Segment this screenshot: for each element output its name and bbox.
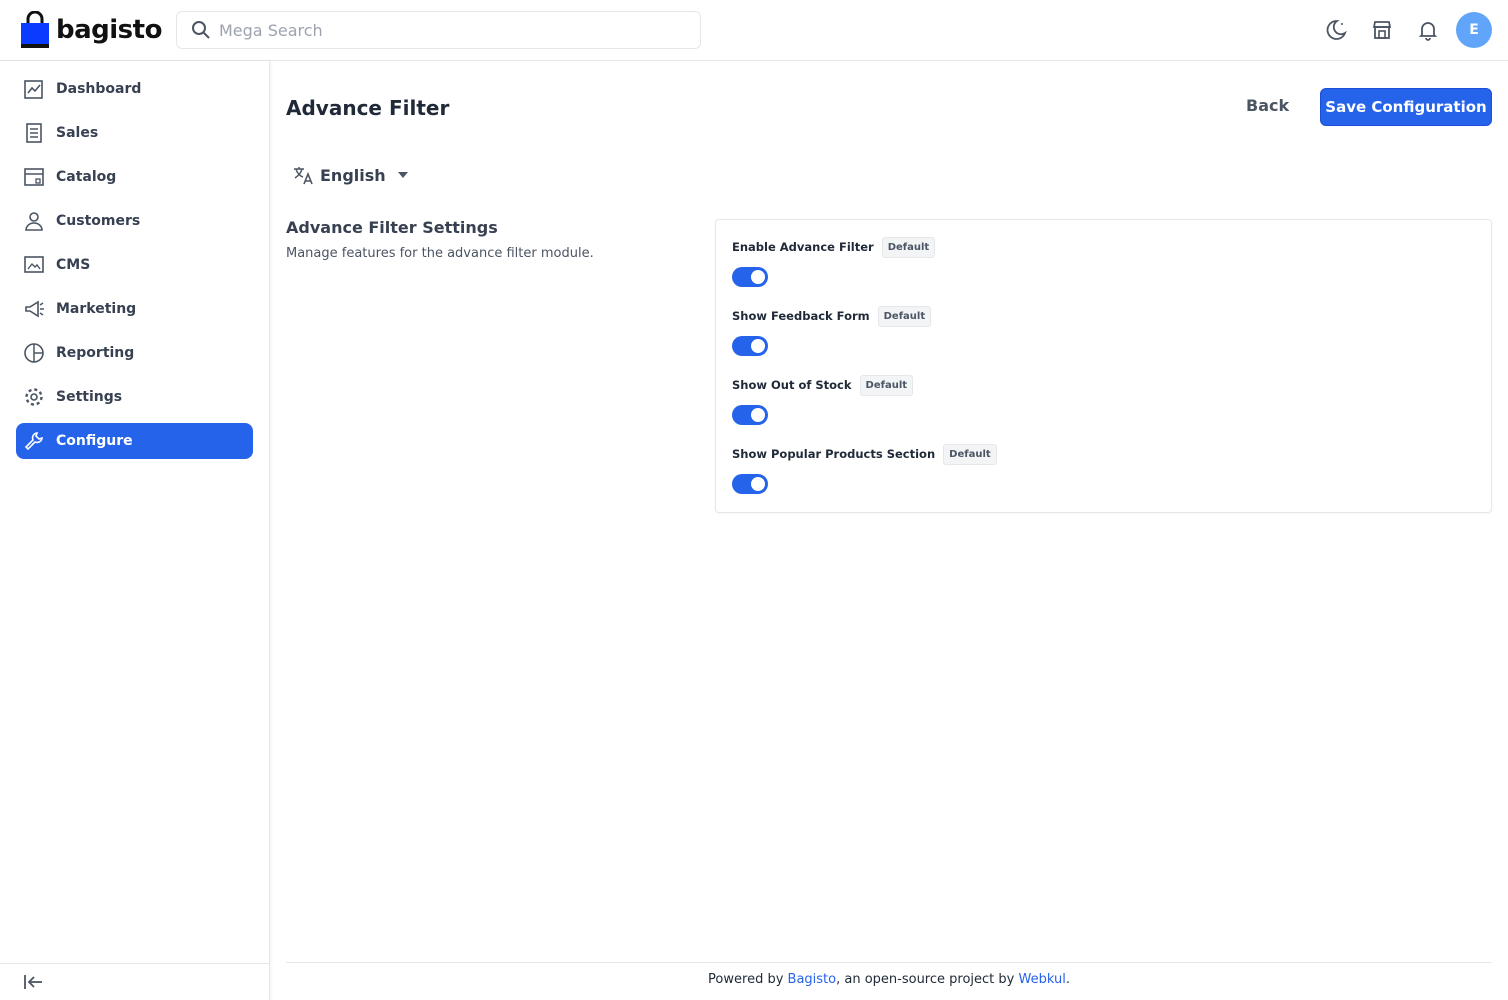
show-popular-products-toggle[interactable]: [732, 474, 768, 494]
sidebar-item-settings[interactable]: Settings: [16, 379, 253, 415]
sidebar: Dashboard Sales Catalog Customers CMS Ma…: [0, 61, 270, 1000]
field-show-feedback-form: Show Feedback Form Default: [732, 305, 932, 356]
field-label: Enable Advance Filter: [732, 240, 874, 254]
default-badge: Default: [881, 236, 936, 258]
store-icon[interactable]: [1364, 12, 1400, 48]
sidebar-item-label: Customers: [56, 213, 141, 229]
default-badge: Default: [877, 305, 932, 327]
show-out-of-stock-toggle[interactable]: [732, 405, 768, 425]
dashboard-icon: [22, 77, 46, 101]
locale-label: English: [320, 165, 386, 185]
top-header: bagisto E: [0, 0, 1508, 61]
configure-icon: [22, 429, 46, 453]
search-icon: [192, 21, 210, 39]
field-label: Show Feedback Form: [732, 309, 870, 323]
sidebar-item-catalog[interactable]: Catalog: [16, 159, 253, 195]
show-feedback-form-toggle[interactable]: [732, 336, 768, 356]
footer-suffix: .: [1065, 972, 1070, 987]
footer-prefix: Powered by: [708, 972, 788, 987]
sidebar-item-customers[interactable]: Customers: [16, 203, 253, 239]
footer-middle: , an open-source project by: [836, 972, 1019, 987]
footer-divider: [286, 962, 1492, 963]
sidebar-item-reporting[interactable]: Reporting: [16, 335, 253, 371]
default-badge: Default: [859, 374, 914, 396]
field-label: Show Popular Products Section: [732, 447, 936, 461]
cms-icon: [22, 253, 46, 277]
settings-card: Enable Advance Filter Default Show Feedb…: [715, 219, 1492, 513]
bagisto-link[interactable]: Bagisto: [788, 972, 837, 987]
toggle-knob: [751, 477, 765, 491]
search-input[interactable]: [219, 20, 679, 40]
settings-icon: [22, 385, 46, 409]
mega-search[interactable]: [176, 11, 701, 49]
sidebar-item-label: Catalog: [56, 169, 117, 185]
enable-advance-filter-toggle[interactable]: [732, 267, 768, 287]
collapse-sidebar-button[interactable]: [0, 963, 270, 1000]
sidebar-item-marketing[interactable]: Marketing: [16, 291, 253, 327]
sidebar-nav: Dashboard Sales Catalog Customers CMS Ma…: [0, 61, 269, 459]
field-label: Show Out of Stock: [732, 378, 852, 392]
default-badge: Default: [943, 443, 997, 465]
save-configuration-button[interactable]: Save Configuration: [1320, 88, 1492, 126]
brand-name: bagisto: [56, 15, 162, 45]
footer: Powered by Bagisto, an open-source proje…: [286, 972, 1492, 987]
customers-icon: [22, 209, 46, 233]
toggle-knob: [751, 408, 765, 422]
shopping-bag-icon: [21, 11, 49, 48]
bell-icon[interactable]: [1410, 12, 1446, 48]
toggle-knob: [751, 270, 765, 284]
header-actions: E: [1308, 12, 1492, 48]
sidebar-item-label: CMS: [56, 257, 91, 273]
webkul-link[interactable]: Webkul: [1018, 972, 1065, 987]
sidebar-item-label: Settings: [56, 389, 123, 405]
sidebar-item-label: Sales: [56, 125, 99, 141]
sidebar-item-sales[interactable]: Sales: [16, 115, 253, 151]
section-title: Advance Filter Settings: [286, 218, 498, 237]
sidebar-item-dashboard[interactable]: Dashboard: [16, 71, 253, 107]
sidebar-item-label: Configure: [56, 433, 133, 449]
marketing-icon: [22, 297, 46, 321]
brand-logo[interactable]: bagisto: [20, 10, 162, 50]
field-show-popular-products: Show Popular Products Section Default: [732, 443, 997, 494]
reporting-icon: [22, 341, 46, 365]
page-title: Advance Filter: [286, 96, 450, 120]
translate-icon: [294, 167, 313, 185]
moon-icon[interactable]: [1318, 12, 1354, 48]
field-enable-advance-filter: Enable Advance Filter Default: [732, 236, 936, 287]
section-description: Manage features for the advance filter m…: [286, 246, 594, 261]
sidebar-item-label: Reporting: [56, 345, 135, 361]
chevron-down-icon: [397, 172, 408, 178]
sales-icon: [22, 121, 46, 145]
sidebar-item-configure[interactable]: Configure: [16, 423, 253, 459]
sidebar-item-cms[interactable]: CMS: [16, 247, 253, 283]
catalog-icon: [22, 165, 46, 189]
collapse-icon: [24, 975, 42, 989]
user-avatar[interactable]: E: [1456, 12, 1492, 48]
toggle-knob: [751, 339, 765, 353]
locale-switcher[interactable]: English: [292, 162, 408, 188]
field-show-out-of-stock: Show Out of Stock Default: [732, 374, 914, 425]
sidebar-item-label: Dashboard: [56, 81, 142, 97]
sidebar-item-label: Marketing: [56, 301, 137, 317]
back-button[interactable]: Back: [1246, 96, 1289, 115]
